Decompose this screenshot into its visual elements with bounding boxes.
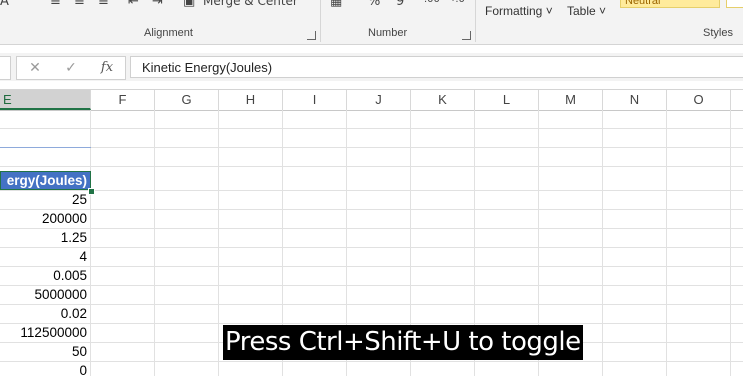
format-as-table-button[interactable]: Formatting ˅ — [485, 4, 553, 18]
column-header-k[interactable]: K — [411, 90, 475, 110]
ribbon: A˅ ≡ ≡ ≡ ⇤ ⇥ ▣ Merge & Center ˅ Alignmen… — [0, 0, 743, 45]
table-cell[interactable]: 5000000 — [0, 286, 90, 304]
number-launcher-icon[interactable] — [462, 31, 471, 40]
gridline — [0, 166, 743, 167]
divider — [320, 0, 321, 42]
gridline — [730, 110, 731, 376]
increase-decimal-button[interactable]: .00 — [424, 0, 440, 12]
column-header-o[interactable]: O — [667, 90, 731, 110]
divider — [475, 0, 476, 42]
column-header-f[interactable]: F — [91, 90, 155, 110]
group-label-alignment: Alignment — [144, 27, 193, 39]
column-header-n[interactable]: N — [603, 90, 667, 110]
increase-indent-icon[interactable]: ⇥ — [152, 0, 163, 12]
column-header-h[interactable]: H — [219, 90, 283, 110]
gridline — [0, 323, 743, 324]
table-cell[interactable]: 112500000 — [0, 324, 90, 342]
merge-center-icon: ▣ — [183, 0, 196, 9]
keyboard-toggle-toast: Press Ctrl+Shift+U to toggle — [223, 325, 583, 360]
table-cell[interactable]: 0.005 — [0, 267, 90, 285]
table-cell[interactable]: 0 — [0, 362, 90, 376]
table-cell[interactable]: 200000 — [0, 210, 90, 228]
table-cell[interactable]: 25 — [0, 191, 90, 209]
style-swatch[interactable] — [726, 0, 743, 8]
column-headers: E F G H I J K L M N O — [0, 89, 743, 111]
table-cell[interactable]: 1.25 — [0, 229, 90, 247]
table-cell[interactable]: 0.02 — [0, 305, 90, 323]
gridline — [602, 110, 603, 376]
insert-function-icon[interactable]: fx — [91, 57, 123, 79]
decrease-indent-icon[interactable]: ⇤ — [128, 0, 139, 12]
table-button[interactable]: Table ˅ — [567, 4, 606, 18]
percent-style-button[interactable]: % — [368, 0, 380, 12]
table-border — [0, 147, 91, 148]
gridline — [0, 190, 743, 191]
formula-input[interactable]: Kinetic Energy(Joules) — [130, 56, 743, 78]
decrease-decimal-button[interactable]: →.0 — [447, 0, 465, 12]
gridline — [0, 128, 743, 129]
table-header-cell[interactable]: ergy(Joules) — [0, 171, 91, 190]
neutral-style[interactable]: Neutral — [620, 0, 720, 8]
merge-center-button[interactable]: Merge & Center ˅ — [203, 0, 308, 12]
gridline — [0, 304, 743, 305]
gridline — [0, 247, 743, 248]
gridline — [0, 228, 743, 229]
gridline — [0, 361, 743, 362]
column-header-i[interactable]: I — [283, 90, 347, 110]
enter-icon[interactable]: ✓ — [55, 57, 87, 79]
cancel-icon[interactable]: ✕ — [19, 57, 51, 79]
formula-bar: ✕ ✓ fx Kinetic Energy(Joules) — [0, 53, 743, 81]
align-right-icon[interactable]: ≡ — [98, 0, 109, 12]
name-box[interactable] — [0, 56, 11, 80]
gridline — [666, 110, 667, 376]
column-header-g[interactable]: G — [155, 90, 219, 110]
gridline — [0, 209, 743, 210]
gridline — [154, 110, 155, 376]
gridline — [90, 110, 91, 376]
column-header-m[interactable]: M — [539, 90, 603, 110]
group-label-styles: Styles — [703, 27, 733, 39]
gridline — [0, 285, 743, 286]
comma-style-button[interactable]: 9 — [396, 0, 404, 12]
column-header-e[interactable]: E — [0, 90, 91, 110]
formula-buttons: ✕ ✓ fx — [16, 56, 126, 80]
orientation-icon[interactable]: A˅ — [0, 0, 15, 12]
gridline — [0, 266, 743, 267]
align-center-icon[interactable]: ≡ — [74, 0, 85, 12]
table-cell[interactable]: 50 — [0, 343, 90, 361]
accounting-format-icon[interactable]: ▦ ˅ — [330, 0, 353, 12]
group-label-number: Number — [368, 27, 408, 39]
alignment-launcher-icon[interactable] — [307, 31, 316, 40]
gridline — [0, 147, 743, 148]
column-header-l[interactable]: L — [475, 90, 539, 110]
gridline — [218, 110, 219, 376]
column-header-j[interactable]: J — [347, 90, 411, 110]
align-left-icon[interactable]: ≡ — [50, 0, 61, 12]
table-cell[interactable]: 4 — [0, 248, 90, 266]
